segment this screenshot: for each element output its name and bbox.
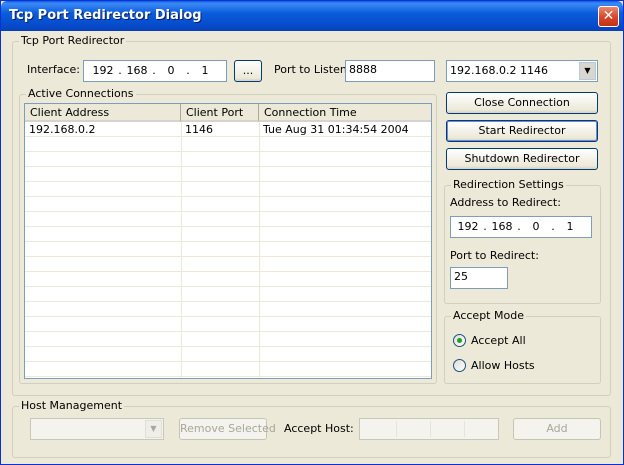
list-rows bbox=[25, 122, 431, 378]
redirection-settings-label: Redirection Settings bbox=[451, 178, 566, 192]
ip-octet[interactable]: 168 bbox=[489, 220, 515, 233]
shutdown-redirector-button[interactable]: Shutdown Redirector bbox=[446, 148, 598, 170]
dialog-window: Tcp Port Redirector Dialog ✕ Tcp Port Re… bbox=[0, 0, 624, 465]
close-button[interactable]: ✕ bbox=[598, 6, 619, 27]
redirector-group: Tcp Port Redirector Interface: 192 . 168… bbox=[12, 34, 611, 396]
column-header-client-address[interactable]: Client Address bbox=[25, 104, 181, 122]
radio-unselected-icon[interactable] bbox=[453, 359, 466, 372]
allow-hosts-radio[interactable]: Allow Hosts bbox=[453, 359, 573, 373]
close-icon: ✕ bbox=[602, 8, 615, 24]
ip-octet[interactable]: 1 bbox=[192, 64, 218, 77]
ip-dot: . bbox=[483, 220, 487, 233]
cell-client-port: 1146 bbox=[185, 123, 213, 136]
ip-dot: . bbox=[186, 64, 190, 77]
accept-mode-group: Accept Mode Accept All Allow Hosts bbox=[444, 309, 601, 384]
accept-host-ip-field[interactable] bbox=[359, 418, 499, 440]
close-connection-button[interactable]: Close Connection bbox=[446, 92, 598, 114]
hosts-select[interactable]: ▼ bbox=[30, 418, 164, 440]
connections-list[interactable]: Client Address Client Port Connection Ti… bbox=[24, 103, 432, 379]
ip-octet[interactable]: 192 bbox=[90, 64, 116, 77]
chevron-down-icon[interactable]: ▼ bbox=[579, 62, 596, 80]
start-redirector-button[interactable]: Start Redirector bbox=[446, 120, 598, 142]
connection-select[interactable]: 192.168.0.2 1146 ▼ bbox=[446, 60, 598, 82]
accept-mode-label: Accept Mode bbox=[451, 309, 526, 323]
window-title: Tcp Port Redirector Dialog bbox=[9, 8, 202, 23]
host-management-group: Host Management ▼ Remove Selected Accept… bbox=[12, 399, 611, 458]
column-header-connection-time[interactable]: Connection Time bbox=[259, 104, 431, 122]
column-header-client-port[interactable]: Client Port bbox=[181, 104, 259, 122]
interface-ip-field[interactable]: 192 . 168 . 0 . 1 bbox=[83, 60, 227, 82]
ip-dot: . bbox=[551, 220, 555, 233]
host-management-label: Host Management bbox=[19, 399, 125, 413]
ip-segment-divider bbox=[430, 421, 431, 437]
redirect-port-input[interactable]: 25 bbox=[450, 267, 508, 289]
remove-selected-button[interactable]: Remove Selected bbox=[179, 418, 276, 440]
port-listen-label: Port to Listen: bbox=[274, 63, 351, 76]
interface-label: Interface: bbox=[27, 63, 80, 76]
cell-connection-time: Tue Aug 31 01:34:54 2004 bbox=[263, 123, 409, 136]
redirect-address-field[interactable]: 192 . 168 . 0 . 1 bbox=[450, 216, 592, 238]
ip-octet[interactable]: 192 bbox=[455, 220, 481, 233]
allow-hosts-label: Allow Hosts bbox=[471, 359, 535, 372]
ip-dot: . bbox=[517, 220, 521, 233]
ip-segment-divider bbox=[396, 421, 397, 437]
dialog-body: Tcp Port Redirector Interface: 192 . 168… bbox=[4, 31, 620, 462]
accept-host-label: Accept Host: bbox=[284, 422, 354, 435]
column-divider bbox=[259, 122, 260, 378]
chevron-down-icon[interactable]: ▼ bbox=[145, 420, 162, 438]
ip-octet[interactable]: 1 bbox=[557, 220, 583, 233]
address-to-redirect-label: Address to Redirect: bbox=[450, 196, 561, 209]
radio-selected-icon[interactable] bbox=[453, 334, 466, 347]
add-host-button[interactable]: Add bbox=[513, 418, 601, 440]
port-to-redirect-label: Port to Redirect: bbox=[450, 249, 539, 262]
accept-all-radio[interactable]: Accept All bbox=[453, 334, 573, 348]
ip-octet[interactable]: 0 bbox=[158, 64, 184, 77]
list-header: Client Address Client Port Connection Ti… bbox=[25, 104, 431, 122]
connection-select-value: 192.168.0.2 1146 bbox=[450, 64, 548, 77]
cell-client-address: 192.168.0.2 bbox=[29, 123, 96, 136]
redirector-group-label: Tcp Port Redirector bbox=[19, 34, 127, 48]
browse-button[interactable]: ... bbox=[234, 60, 262, 82]
ip-octet[interactable]: 0 bbox=[523, 220, 549, 233]
connections-group-label: Active Connections bbox=[26, 87, 136, 101]
ip-dot: . bbox=[118, 64, 122, 77]
connections-group: Active Connections Client Address Client… bbox=[19, 87, 437, 384]
title-bar[interactable]: Tcp Port Redirector Dialog ✕ bbox=[1, 1, 623, 31]
redirection-settings-group: Redirection Settings Address to Redirect… bbox=[444, 178, 601, 304]
ip-dot: . bbox=[152, 64, 156, 77]
accept-all-label: Accept All bbox=[471, 334, 526, 347]
column-divider bbox=[181, 122, 182, 378]
ip-octet[interactable]: 168 bbox=[124, 64, 150, 77]
port-listen-input[interactable]: 8888 bbox=[345, 60, 435, 82]
ip-segment-divider bbox=[464, 421, 465, 437]
